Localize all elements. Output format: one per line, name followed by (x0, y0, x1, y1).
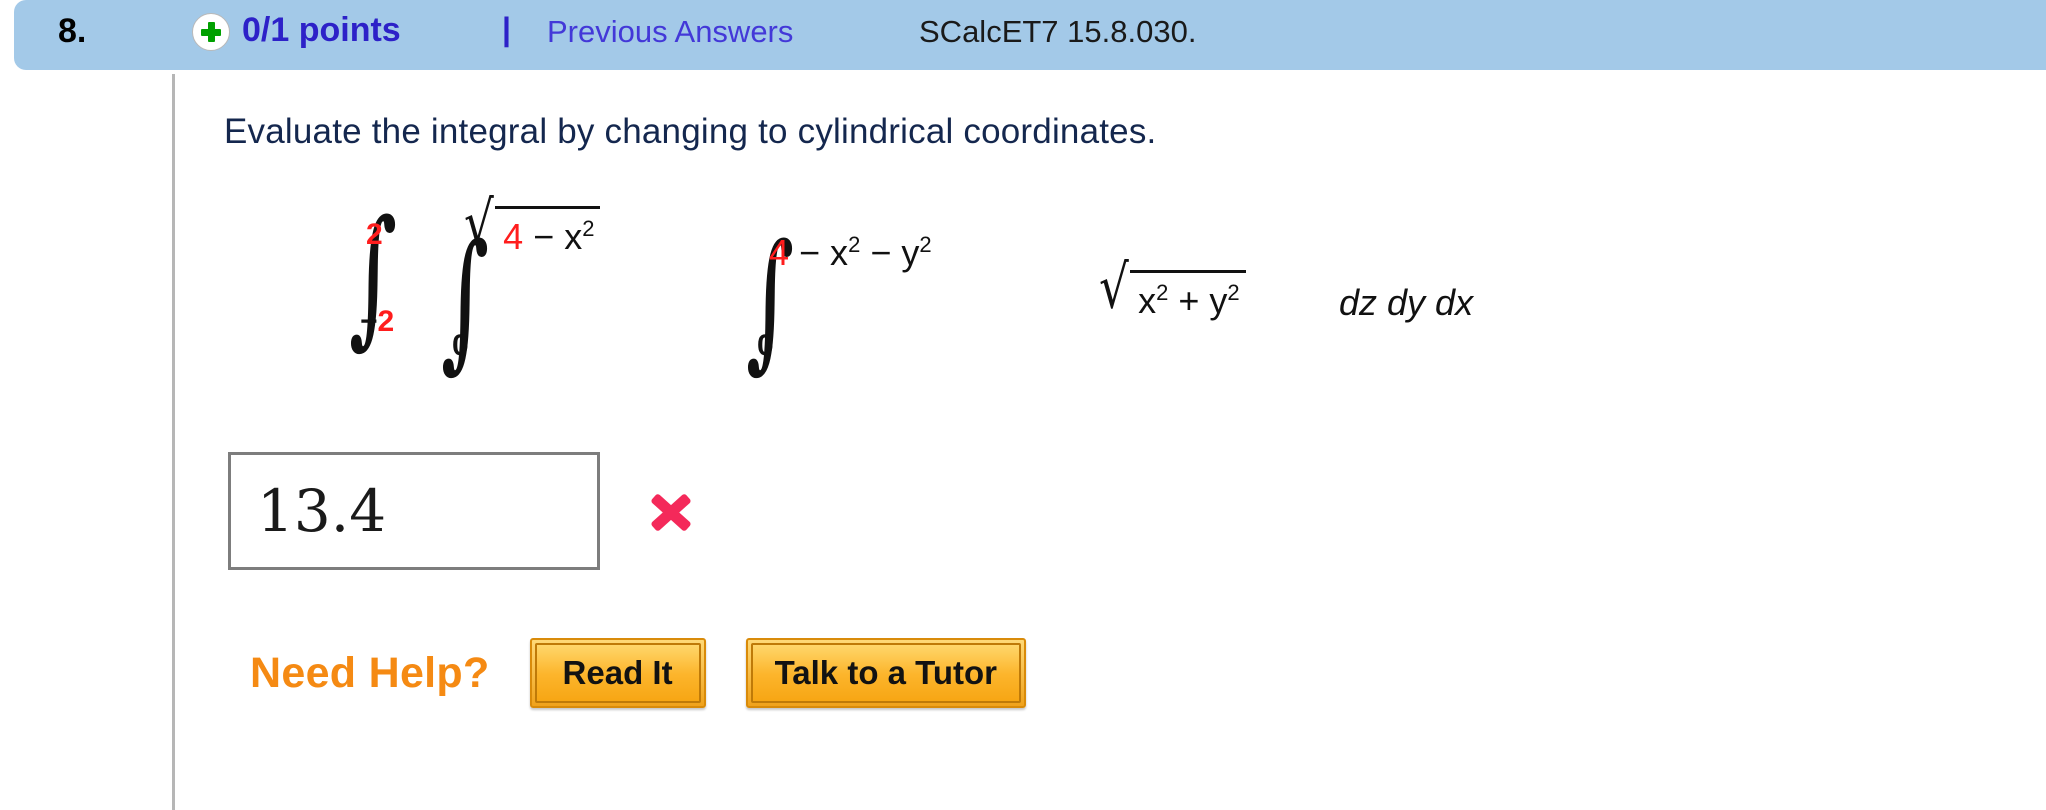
need-help-row: Need Help? Read It Talk to a Tutor (250, 638, 1027, 708)
question-content: Evaluate the integral by changing to cyl… (224, 112, 2004, 375)
integral-1-lower-limit: −2 (360, 305, 395, 338)
integrand-radicand: x2 + y2 (1130, 270, 1246, 322)
integrand: √ x2 + y2 (1099, 258, 1246, 322)
answer-row: 13.4 (228, 452, 696, 570)
integral-2-upper-limit: √ 4 − x2 (464, 194, 601, 258)
integral-1-upper-limit: 2 (366, 218, 383, 251)
integral-3-lower-limit: 0 (757, 329, 774, 362)
question-header-bar: 8. 0/1 points | Previous Answers SCalcET… (14, 0, 2046, 70)
talk-to-a-tutor-button-label: Talk to a Tutor (750, 643, 1022, 703)
question-number: 8. (58, 12, 87, 50)
integral-expression: ∫ 2 −2 ∫ 0 √ 4 − x2 ∫ 0 4 − x2 − y2 √ x2… (224, 194, 2004, 375)
integral-2-group: ∫ 0 (426, 225, 504, 375)
integral-1: ∫ 2 −2 (334, 201, 412, 351)
differentials: dz dy dx (1339, 282, 1473, 324)
problem-code-label: SCalcET7 15.8.030. (919, 14, 1197, 49)
integral-3-upper-limit: 4 − x2 − y2 (769, 232, 932, 274)
read-it-button-label: Read It (534, 643, 701, 703)
talk-to-a-tutor-button[interactable]: Talk to a Tutor (745, 638, 1027, 708)
integral-2: ∫ 0 (426, 225, 504, 375)
read-it-button[interactable]: Read It (529, 638, 706, 708)
sqrt-radicand: 4 − x2 (495, 206, 601, 258)
integrand-sqrt-group: √ x2 + y2 (1099, 258, 1246, 322)
integral-2-lower-limit: 0 (452, 329, 469, 362)
plus-vertical-bar (207, 22, 215, 42)
previous-answers-link[interactable]: Previous Answers (547, 14, 793, 50)
plus-circle-icon[interactable] (192, 13, 230, 51)
answer-input[interactable]: 13.4 (228, 452, 600, 570)
sqrt-group: √ 4 − x2 (464, 194, 601, 258)
question-prompt: Evaluate the integral by changing to cyl… (224, 112, 1157, 151)
integral-1-group: ∫ 2 −2 (334, 201, 412, 351)
points-label: 0/1 points (242, 11, 401, 49)
radical-icon: √ (1099, 253, 1129, 323)
radical-icon: √ (464, 189, 494, 259)
need-help-label: Need Help? (250, 648, 490, 697)
wrong-x-icon (644, 485, 696, 537)
answer-value: 13.4 (257, 477, 387, 545)
header-separator: | (502, 11, 511, 47)
differentials-label: dz dy dx (1339, 282, 1474, 323)
integral-3-upper-expression: 4 − x2 − y2 (769, 232, 932, 273)
content-divider (172, 74, 175, 810)
